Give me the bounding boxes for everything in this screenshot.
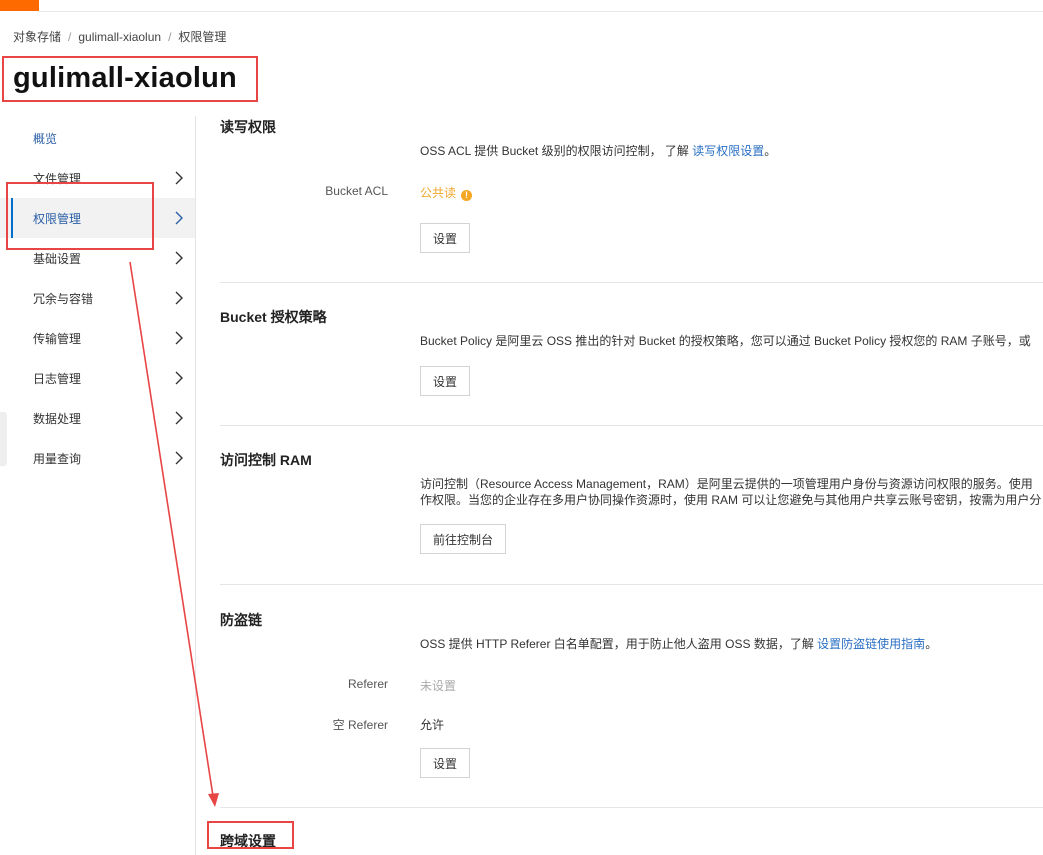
annotation-box-title xyxy=(2,56,258,102)
empty-referer-value: 允许 xyxy=(420,718,445,732)
sidebar-item-label: 概览 xyxy=(33,131,58,146)
read-write-help-link[interactable]: 读写权限设置 xyxy=(692,144,764,158)
sidebar-item-label: 传输管理 xyxy=(33,331,82,346)
hotlink-desc-suffix: 。 xyxy=(925,637,938,651)
read-write-desc-suffix: 。 xyxy=(764,144,777,158)
chevron-right-icon xyxy=(175,291,183,305)
sidebar-item-redundancy[interactable]: 冗余与容错 xyxy=(0,278,195,318)
chevron-right-icon xyxy=(175,451,183,465)
chevron-right-icon xyxy=(175,371,183,385)
section-title-hotlink: 防盗链 xyxy=(220,612,262,628)
section-divider xyxy=(220,425,1043,426)
read-write-settings-button[interactable]: 设置 xyxy=(420,223,471,253)
referer-value: 未设置 xyxy=(420,679,457,693)
section-divider xyxy=(220,807,1043,808)
chevron-right-icon xyxy=(175,251,183,265)
bucket-acl-value-text: 公共读 xyxy=(420,186,457,200)
bucket-policy-description: Bucket Policy 是阿里云 OSS 推出的针对 Bucket 的授权策… xyxy=(420,334,1031,348)
breadcrumb-item-oss[interactable]: 对象存储 xyxy=(13,28,61,45)
sidebar-item-label: 数据处理 xyxy=(33,411,82,426)
sidebar-item-label: 基础设置 xyxy=(33,251,82,266)
breadcrumb-separator: / xyxy=(68,29,72,44)
sidebar-item-logs[interactable]: 日志管理 xyxy=(0,358,195,398)
breadcrumb-separator: / xyxy=(168,29,172,44)
sidebar-item-label: 冗余与容错 xyxy=(33,291,94,306)
chevron-right-icon xyxy=(175,331,183,345)
breadcrumb: 对象存储 / gulimall-xiaolun / 权限管理 xyxy=(13,28,226,45)
section-title-read-write: 读写权限 xyxy=(220,119,276,135)
sidebar-item-overview[interactable]: 概览 xyxy=(0,118,195,158)
ram-description-line2: 作权限。当您的企业存在多用户协同操作资源时，使用 RAM 可以让您避免与其他用户… xyxy=(420,493,1042,507)
bucket-acl-value: 公共读! xyxy=(420,184,473,201)
empty-referer-label: 空 Referer xyxy=(332,718,388,732)
section-title-ram: 访问控制 RAM xyxy=(220,452,312,468)
sidebar-item-usage[interactable]: 用量查询 xyxy=(0,438,195,478)
hotlink-desc-text: OSS 提供 HTTP Referer 白名单配置，用于防止他人盗用 OSS 数… xyxy=(420,637,814,651)
bucket-acl-label: Bucket ACL xyxy=(325,184,388,198)
console-logo-tab[interactable] xyxy=(0,0,39,11)
read-write-description: OSS ACL 提供 Bucket 级别的权限访问控制， 了解 读写权限设置。 xyxy=(420,142,776,160)
annotation-box-permission xyxy=(6,182,154,250)
section-divider xyxy=(220,282,1043,283)
read-write-desc-text: OSS ACL 提供 Bucket 级别的权限访问控制， 了解 xyxy=(420,144,689,158)
sidebar-collapse-handle[interactable] xyxy=(0,412,7,466)
top-bar-border xyxy=(39,11,1043,12)
chevron-right-icon xyxy=(175,411,183,425)
referer-label: Referer xyxy=(347,677,388,691)
hotlink-settings-button[interactable]: 设置 xyxy=(420,748,471,778)
section-divider xyxy=(220,584,1043,585)
bucket-policy-settings-button[interactable]: 设置 xyxy=(420,366,471,396)
chevron-right-icon xyxy=(175,171,183,185)
breadcrumb-item-bucket[interactable]: gulimall-xiaolun xyxy=(78,30,161,44)
breadcrumb-item-current: 权限管理 xyxy=(178,30,227,44)
ram-console-button[interactable]: 前往控制台 xyxy=(420,524,507,554)
sidebar-item-data-processing[interactable]: 数据处理 xyxy=(0,398,195,438)
chevron-right-icon xyxy=(175,211,183,225)
sidebar-item-transfer[interactable]: 传输管理 xyxy=(0,318,195,358)
sidebar-item-label: 日志管理 xyxy=(33,371,82,386)
sidebar-nav: 概览 文件管理 权限管理 基础设置 冗余与容错 传输管理 日志管理 数据处理 用… xyxy=(0,118,195,478)
annotation-box-cors xyxy=(207,821,294,849)
hotlink-description: OSS 提供 HTTP Referer 白名单配置，用于防止他人盗用 OSS 数… xyxy=(420,635,937,653)
hotlink-guide-link[interactable]: 设置防盗链使用指南 xyxy=(817,637,925,651)
section-title-bucket-policy: Bucket 授权策略 xyxy=(220,309,327,325)
sidebar-divider xyxy=(195,116,196,855)
sidebar-item-label: 用量查询 xyxy=(33,451,82,466)
warning-icon[interactable]: ! xyxy=(461,190,473,201)
